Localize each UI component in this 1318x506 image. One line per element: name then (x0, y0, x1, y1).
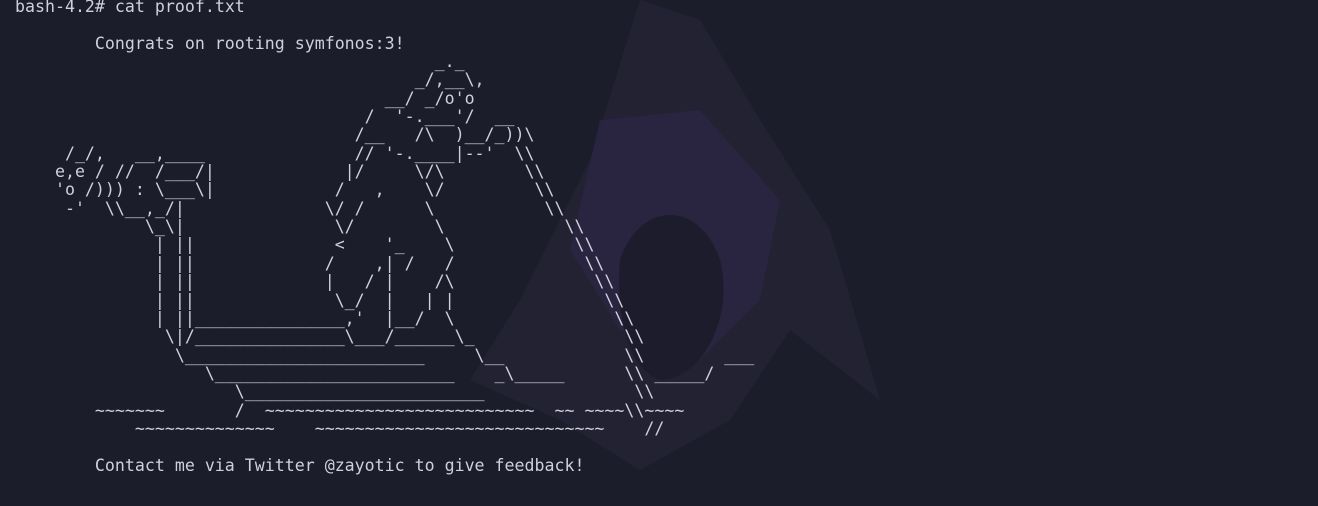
output-line: _._ (15, 52, 465, 72)
output-line: ~~~~~~~~~~~~~~ ~~~~~~~~~~~~~~~~~~~~~~~~~… (15, 418, 665, 438)
output-line: \________________________ \__ \\ ___ (15, 345, 755, 365)
output-line: __/ _/o'o (15, 88, 475, 108)
output-line: | || | / | /\ \\ (15, 272, 615, 292)
proof-output: Congrats on rooting symfonos:3! _._ _/,_… (15, 16, 754, 475)
command-text: cat proof.txt (114, 0, 245, 16)
output-line: 'o /))) : \___\| / , \/ \\ (15, 180, 555, 200)
output-line: \________________________ _\_____ \\ ___… (15, 363, 715, 383)
output-line: \_\| \/ \ \\ (15, 217, 585, 237)
output-line: _/,__\, (15, 70, 485, 90)
output-line: \________________________ \\ (15, 382, 655, 402)
output-line: | || / ,| / / \\ (15, 253, 605, 273)
output-line: | || \_/ | | | \\ (15, 290, 625, 310)
output-line: e,e / // /___/| |/ \/\ \\ (15, 162, 545, 182)
output-line: | ||_______________,' |__/ \ \\ (15, 308, 635, 328)
output-line: Contact me via Twitter @zayotic to give … (15, 455, 585, 475)
output-line: /_/, __,____ // '-.____|--' \\ (15, 143, 535, 163)
output-line: -' \\__,_/| \/ / \ \\ (15, 198, 565, 218)
output-line: / '-.___'/ __ (15, 107, 515, 127)
output-line: Congrats on rooting symfonos:3! (15, 33, 405, 53)
shell-prompt: bash-4.2# (15, 0, 105, 16)
output-line: /__ /\ )__/_))\ (15, 125, 535, 145)
output-line: ~~~~~~~ / ~~~~~~~~~~~~~~~~~~~~~~~~~~~ ~~… (15, 400, 685, 420)
output-line: \|/_______________\___/______\_ \\ (15, 327, 645, 347)
terminal-output: bash-4.2# cat proof.txt Congrats on root… (15, 0, 754, 475)
output-line: | || < '_ \ \\ (15, 235, 595, 255)
command-line: bash-4.2# cat proof.txt (15, 0, 754, 16)
